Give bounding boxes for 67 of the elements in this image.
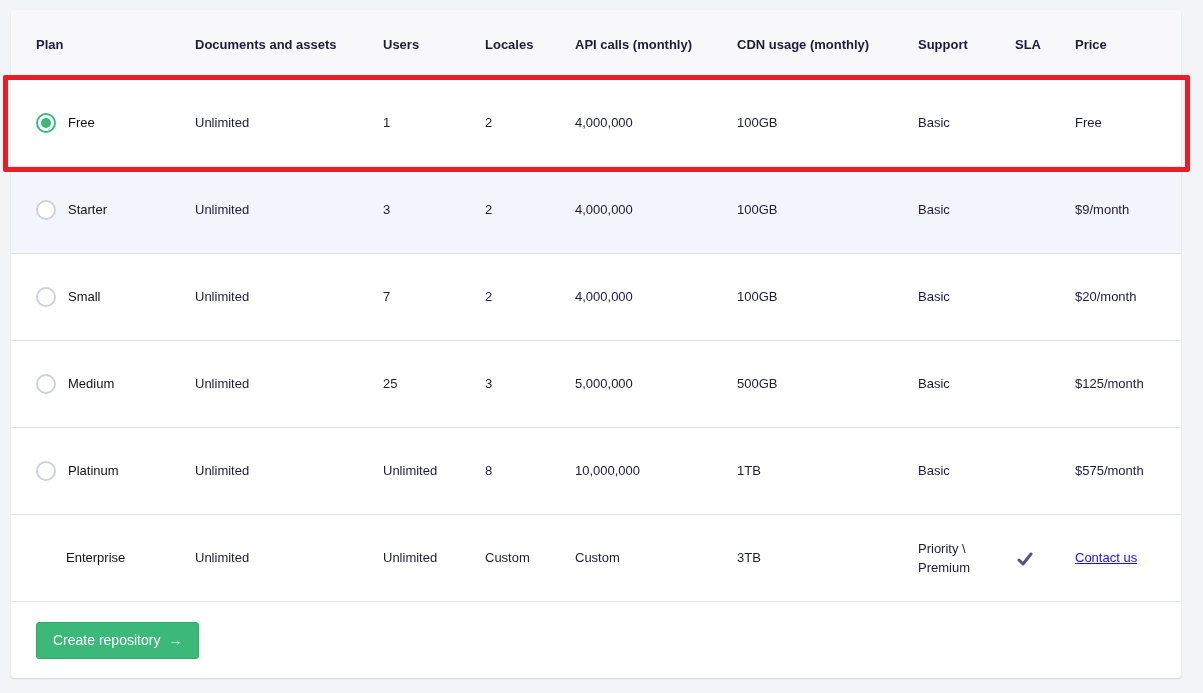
radio-button[interactable] — [36, 113, 56, 133]
column-header: Users — [383, 37, 420, 53]
table-cell: 100GB — [737, 202, 778, 218]
plan-name: Starter — [68, 201, 107, 220]
plan-name: Enterprise — [66, 549, 126, 568]
table-cell: 2 — [485, 115, 493, 131]
table-cell-text: Basic — [918, 201, 950, 220]
plan-name: Free — [68, 114, 95, 133]
table-cell: 3 — [485, 376, 493, 392]
column-header: Price — [1075, 37, 1107, 53]
table-cell: 100GB — [737, 289, 778, 305]
plan-name: Medium — [68, 375, 115, 394]
table-row[interactable]: Small Unlimited 7 2 4,000,000 100GB Basic $20/month — [11, 254, 1181, 341]
table-cell: 8 — [485, 463, 493, 479]
contact-link[interactable]: Contact us — [1075, 550, 1138, 566]
table-cell: Custom — [575, 550, 620, 566]
table-cell: Unlimited — [383, 550, 438, 566]
column-header: SLA — [1015, 37, 1041, 53]
table-cell: 500GB — [737, 376, 778, 392]
table-cell: Unlimited — [195, 115, 250, 131]
radio-button[interactable] — [36, 461, 56, 481]
price-cell: $9/month — [1075, 202, 1130, 218]
table-cell: 7 — [383, 289, 391, 305]
column-header: Support — [918, 37, 968, 53]
column-header: Documents and assets — [195, 37, 337, 53]
column-header: Locales — [485, 37, 534, 53]
radio-button[interactable] — [36, 374, 56, 394]
table-row[interactable]: Platinum Unlimited Unlimited 8 10,000,000 1TB Basic $575/month — [11, 428, 1181, 515]
table-cell-text: Basic — [918, 114, 950, 133]
price-cell: $125/month — [1075, 376, 1144, 392]
table-cell-text: Basic — [918, 375, 950, 394]
price-cell: $575/month — [1075, 463, 1144, 479]
column-header: Plan — [36, 37, 64, 53]
price-cell: $20/month — [1075, 289, 1137, 305]
table-cell: Unlimited — [195, 376, 250, 392]
table-cell: 4,000,000 — [575, 115, 633, 131]
table-cell: 10,000,000 — [575, 463, 641, 479]
table-cell: Unlimited — [195, 550, 250, 566]
radio-button[interactable] — [36, 287, 56, 307]
table-cell: 25 — [383, 376, 398, 392]
table-cell: Unlimited — [195, 289, 250, 305]
table-cell: 2 — [485, 202, 493, 218]
column-header: CDN usage (monthly) — [737, 37, 870, 53]
table-row[interactable]: Medium Unlimited 25 3 5,000,000 500GB Basic $125/month — [11, 341, 1181, 428]
table-cell: Unlimited — [195, 463, 250, 479]
table-cell: Unlimited — [195, 202, 250, 218]
table-row[interactable]: Enterprise Unlimited Unlimited Custom Custom 3TB Priority \ Premium Contact us — [11, 515, 1181, 602]
column-header: API calls (monthly) — [575, 37, 693, 53]
table-cell: 4,000,000 — [575, 202, 633, 218]
table-cell: Custom — [485, 550, 530, 566]
table-cell: 1 — [383, 115, 391, 131]
table-cell: 4,000,000 — [575, 289, 633, 305]
radio-button[interactable] — [36, 200, 56, 220]
table-cell-text: Basic — [918, 462, 950, 481]
table-cell: 3 — [383, 202, 391, 218]
table-cell: 5,000,000 — [575, 376, 633, 392]
arrow-icon: → — [168, 630, 183, 651]
plan-name: Platinum — [68, 462, 119, 481]
table-cell: 2 — [485, 289, 493, 305]
plan-name: Small — [68, 288, 101, 307]
table-cell-text: Basic — [918, 288, 950, 307]
table-cell: 1TB — [737, 463, 761, 479]
table-cell: 100GB — [737, 115, 778, 131]
table-cell: Unlimited — [383, 463, 438, 479]
table-cell-text: Priority \ Premium — [918, 539, 971, 577]
price-cell: Free — [1075, 115, 1102, 131]
table-cell: 3TB — [737, 550, 761, 566]
